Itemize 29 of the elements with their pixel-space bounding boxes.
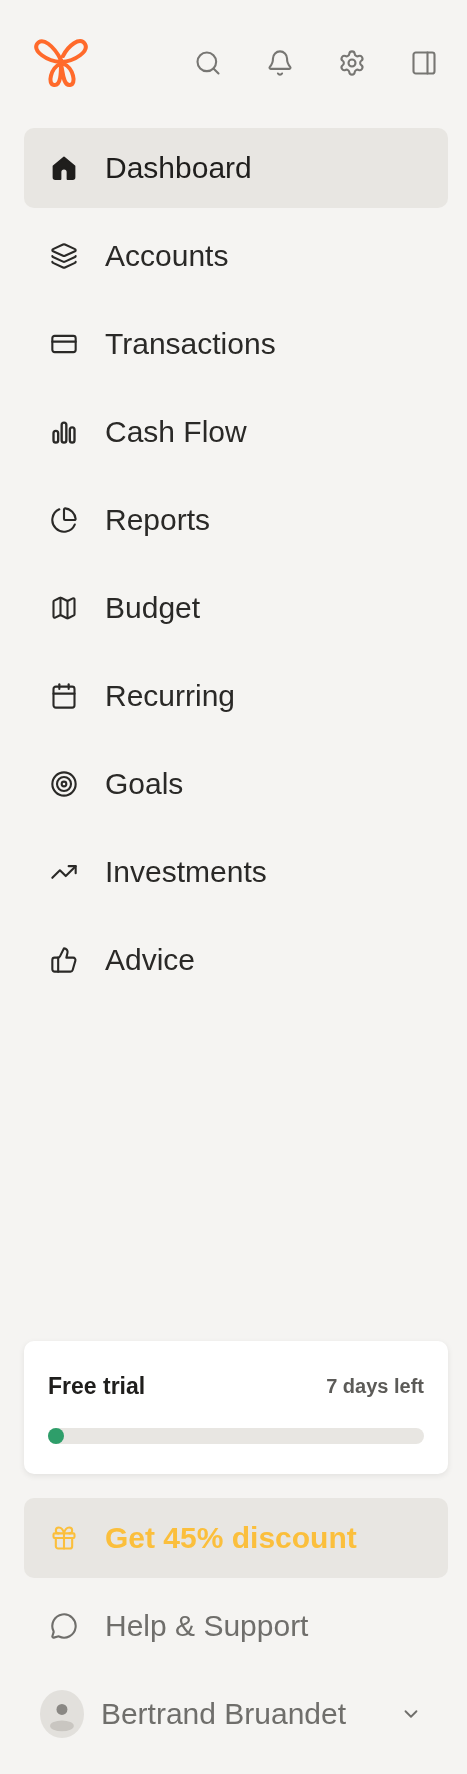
- target-icon: [50, 770, 78, 798]
- panel-button[interactable]: [410, 49, 438, 77]
- trial-title: Free trial: [48, 1373, 146, 1400]
- calendar-icon: [50, 682, 78, 710]
- chat-bubble-icon: [50, 1612, 78, 1640]
- layers-icon: [50, 242, 78, 270]
- nav-item[interactable]: Reports: [24, 480, 448, 560]
- help-link[interactable]: Help & Support: [24, 1586, 448, 1666]
- nav-item[interactable]: Investments: [24, 832, 448, 912]
- house-icon: [50, 154, 78, 182]
- days-left: 7 days left: [326, 1375, 424, 1398]
- nav-item[interactable]: Transactions: [24, 304, 448, 384]
- thumbs-up-icon: [50, 946, 78, 974]
- bell-button[interactable]: [266, 49, 294, 77]
- nav-item[interactable]: Dashboard: [24, 128, 448, 208]
- user-menu[interactable]: Bertrand Bruandet: [24, 1674, 448, 1754]
- butterfly-logo-icon: [34, 38, 90, 88]
- nav-item[interactable]: Advice: [24, 920, 448, 1000]
- nav-item[interactable]: Goals: [24, 744, 448, 824]
- nav-item[interactable]: Recurring: [24, 656, 448, 736]
- avatar-icon: [40, 1690, 84, 1738]
- search-button[interactable]: [194, 49, 222, 77]
- nav-item[interactable]: Accounts: [24, 216, 448, 296]
- map-icon: [50, 594, 78, 622]
- nav-item[interactable]: Budget: [24, 568, 448, 648]
- gift-icon: [50, 1524, 78, 1552]
- nav-item[interactable]: Cash Flow: [24, 392, 448, 472]
- pie-chart-icon: [50, 506, 78, 534]
- gear-button[interactable]: [338, 49, 366, 77]
